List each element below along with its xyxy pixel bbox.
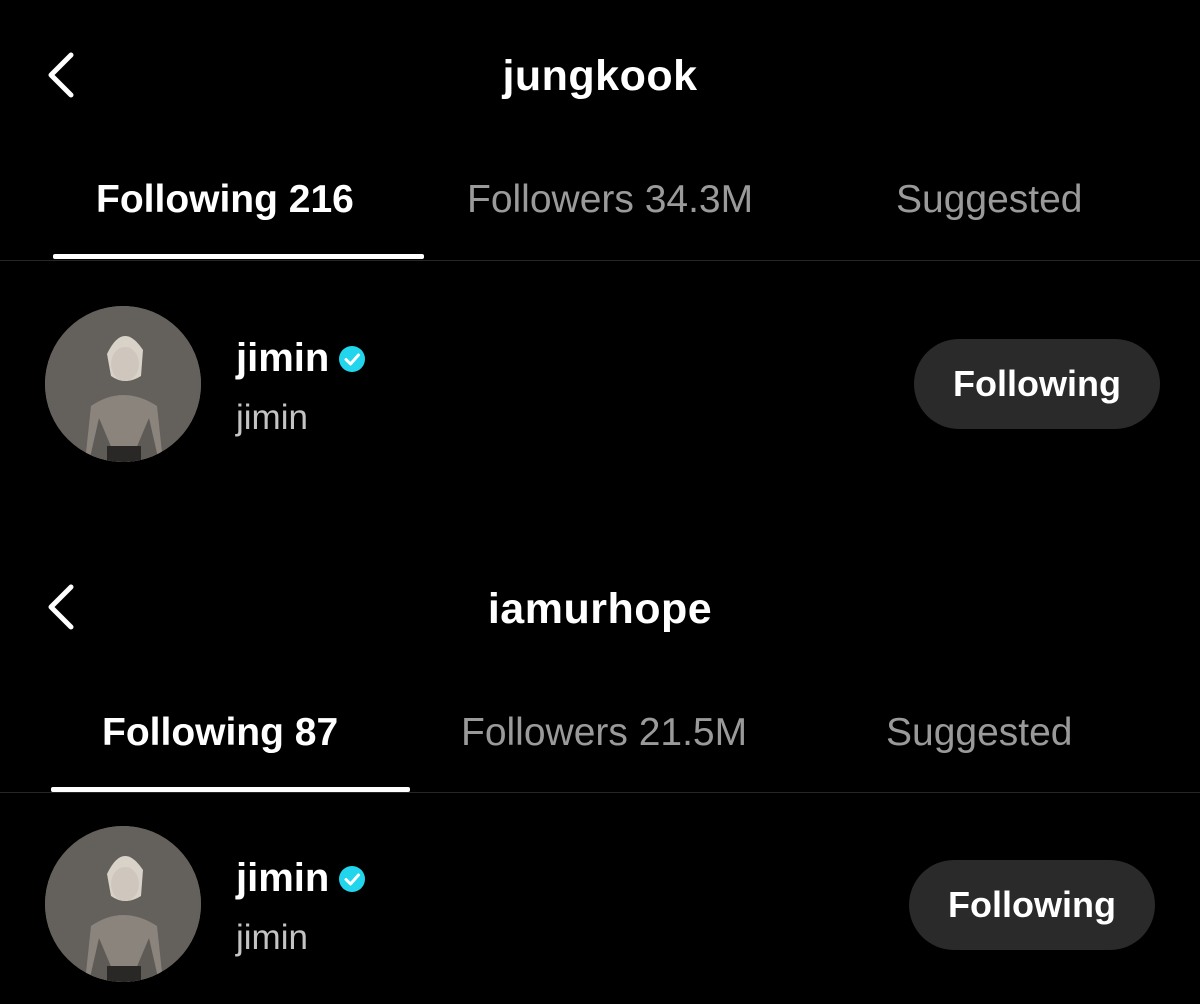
- avatar[interactable]: [45, 306, 201, 462]
- verified-badge-icon: [339, 865, 366, 892]
- page-title: jungkook: [502, 52, 698, 100]
- user-name-row: jimin: [236, 336, 367, 381]
- avatar-photo: [45, 826, 201, 982]
- page-title: iamurhope: [487, 585, 713, 633]
- tab-following[interactable]: Following 216: [96, 178, 354, 222]
- avatar[interactable]: [45, 826, 201, 982]
- tab-followers[interactable]: Followers 34.3M: [467, 178, 753, 222]
- user-handle: jimin: [236, 918, 308, 957]
- username[interactable]: jimin: [236, 336, 329, 381]
- username[interactable]: jimin: [236, 856, 329, 901]
- user-name-row: jimin: [236, 856, 367, 901]
- avatar-photo: [45, 306, 201, 462]
- verified-badge-icon: [339, 345, 366, 372]
- following-button[interactable]: Following: [909, 860, 1155, 950]
- tab-divider: [0, 792, 1200, 793]
- tab-followers[interactable]: Followers 21.5M: [461, 711, 747, 755]
- profile-panel-jungkook: jungkook Following 216 Followers 34.3M S…: [0, 0, 1200, 530]
- tab-following[interactable]: Following 87: [102, 711, 338, 755]
- profile-panel-iamurhope: iamurhope Following 87 Followers 21.5M S…: [0, 530, 1200, 1004]
- tab-suggested[interactable]: Suggested: [886, 711, 1073, 755]
- active-tab-indicator: [53, 254, 424, 259]
- user-handle: jimin: [236, 398, 308, 437]
- following-button[interactable]: Following: [914, 339, 1160, 429]
- tab-divider: [0, 260, 1200, 261]
- tab-suggested[interactable]: Suggested: [896, 178, 1083, 222]
